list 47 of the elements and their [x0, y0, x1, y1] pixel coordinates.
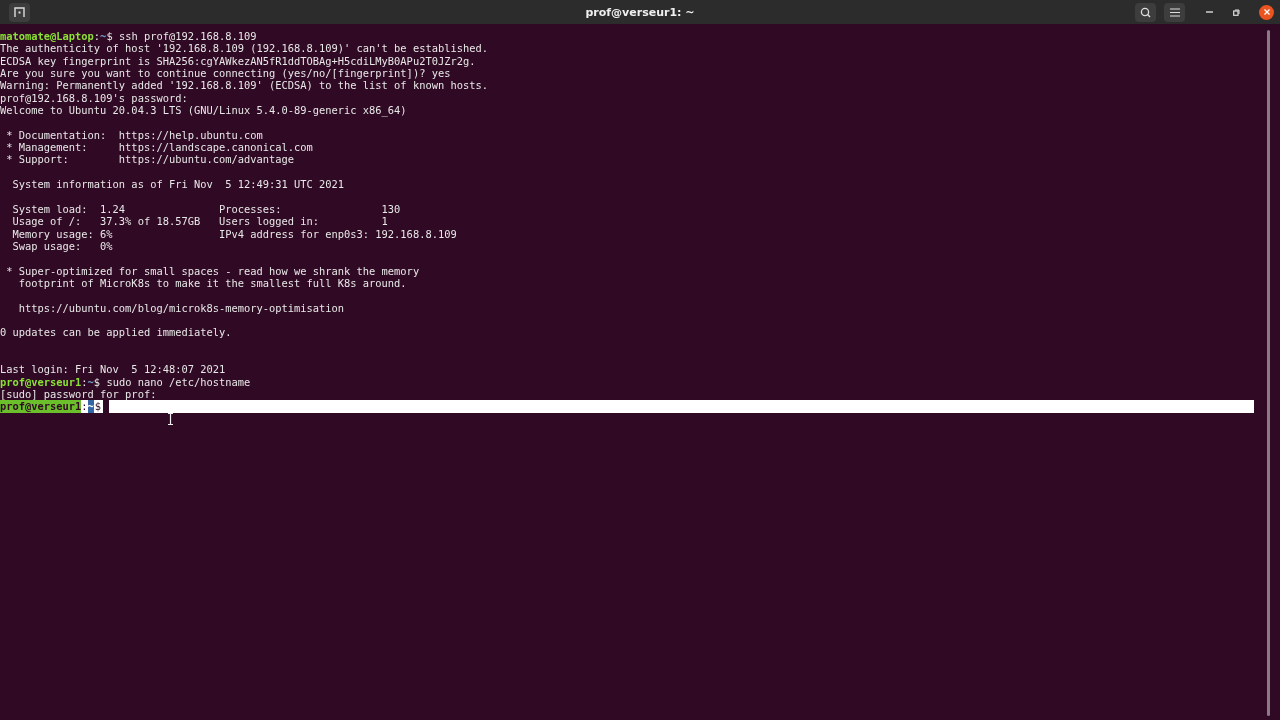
- prompt-path: ~: [87, 400, 94, 413]
- terminal-line: Swap usage: 0%: [11, 239, 113, 253]
- prompt-path: ~: [100, 30, 107, 43]
- command-text: ssh prof@192.168.8.109: [117, 30, 257, 43]
- terminal-line: * Super-optimized for small spaces - read how we shrank the memory: [5, 264, 420, 277]
- menu-icon: [1169, 7, 1180, 17]
- terminal-line: Usage of /: 37.3% of 18.57GB Users logged in: 1: [11, 215, 388, 228]
- close-icon: [1263, 9, 1270, 15]
- terminal-line: Warning: Permanently added '192.168.8.109' (ECDSA) to the list of known hosts.: [0, 79, 488, 92]
- terminal-line: Are you sure you want to continue connecting (yes/no/[fingerprint])? yes: [0, 67, 451, 80]
- prompt-user-host: prof@verseur1: [0, 400, 82, 413]
- window-title: prof@verseur1: ~: [585, 5, 695, 19]
- terminal-line: Memory usage: 6% IPv4 address for enp0s3: 192.168.8.109: [11, 227, 457, 240]
- prompt-dollar: $: [93, 375, 101, 388]
- terminal-line: * Management: https://landscape.canonical.com: [5, 141, 313, 154]
- terminal-line: * Support: https://ubuntu.com/advantage: [5, 153, 295, 166]
- prompt-colon: :: [81, 400, 88, 413]
- prompt-user-host: prof@verseur1: [0, 375, 82, 388]
- minimize-icon: [1206, 11, 1213, 13]
- terminal-line: System information as of Fri Nov 5 12:49:31 UTC 2021: [11, 178, 345, 191]
- prompt-user-host: matomate@Laptop: [0, 30, 94, 43]
- terminal-line: 0 updates can be applied immediately.: [0, 326, 232, 339]
- search-icon: [1140, 6, 1151, 18]
- scrollbar[interactable]: [1267, 30, 1270, 716]
- terminal-line: Welcome to Ubuntu 20.04.3 LTS (GNU/Linux 5.4.0-89-generic x86_64): [0, 104, 407, 117]
- prompt-colon: :: [81, 375, 88, 388]
- terminal-line: * Documentation: https://help.ubuntu.com: [5, 128, 263, 142]
- terminal-tab-icon: [14, 7, 25, 17]
- terminal-line: ECDSA key fingerprint is SHA256:cgYAWkezAN5fR1ddTOBAg+H5cdiLMyB0APu2T0JZr2g.: [0, 54, 476, 68]
- new-tab-button[interactable]: [9, 2, 30, 22]
- prompt-dollar: $: [93, 400, 104, 413]
- restore-icon: [1233, 8, 1240, 16]
- menu-button[interactable]: [1164, 2, 1185, 22]
- terminal-line: [sudo] password for prof:: [0, 387, 157, 401]
- command-text: sudo nano /etc/hostname: [105, 375, 251, 388]
- terminal-line: https://ubuntu.com/blog/microk8s-memory-optimisation: [17, 301, 345, 314]
- terminal-line: footprint of MicroK8s to make it the smallest full K8s around.: [17, 276, 407, 290]
- terminal-line: prof@192.168.8.109's password:: [0, 91, 188, 105]
- terminal-line: The authenticity of host '192.168.8.109 (192.168.8.109)' can't be established.: [0, 42, 488, 55]
- terminal-line: System load: 1.24 Processes: 130: [11, 202, 401, 216]
- terminal-line: Last login: Fri Nov 5 12:48:07 2021: [0, 363, 226, 376]
- prompt-path: ~: [87, 375, 94, 388]
- prompt-dollar: $: [106, 30, 113, 43]
- search-button[interactable]: [1135, 2, 1156, 22]
- close-button[interactable]: [1259, 4, 1274, 20]
- prompt-colon: :: [93, 30, 101, 43]
- text-cursor-icon: [167, 413, 174, 425]
